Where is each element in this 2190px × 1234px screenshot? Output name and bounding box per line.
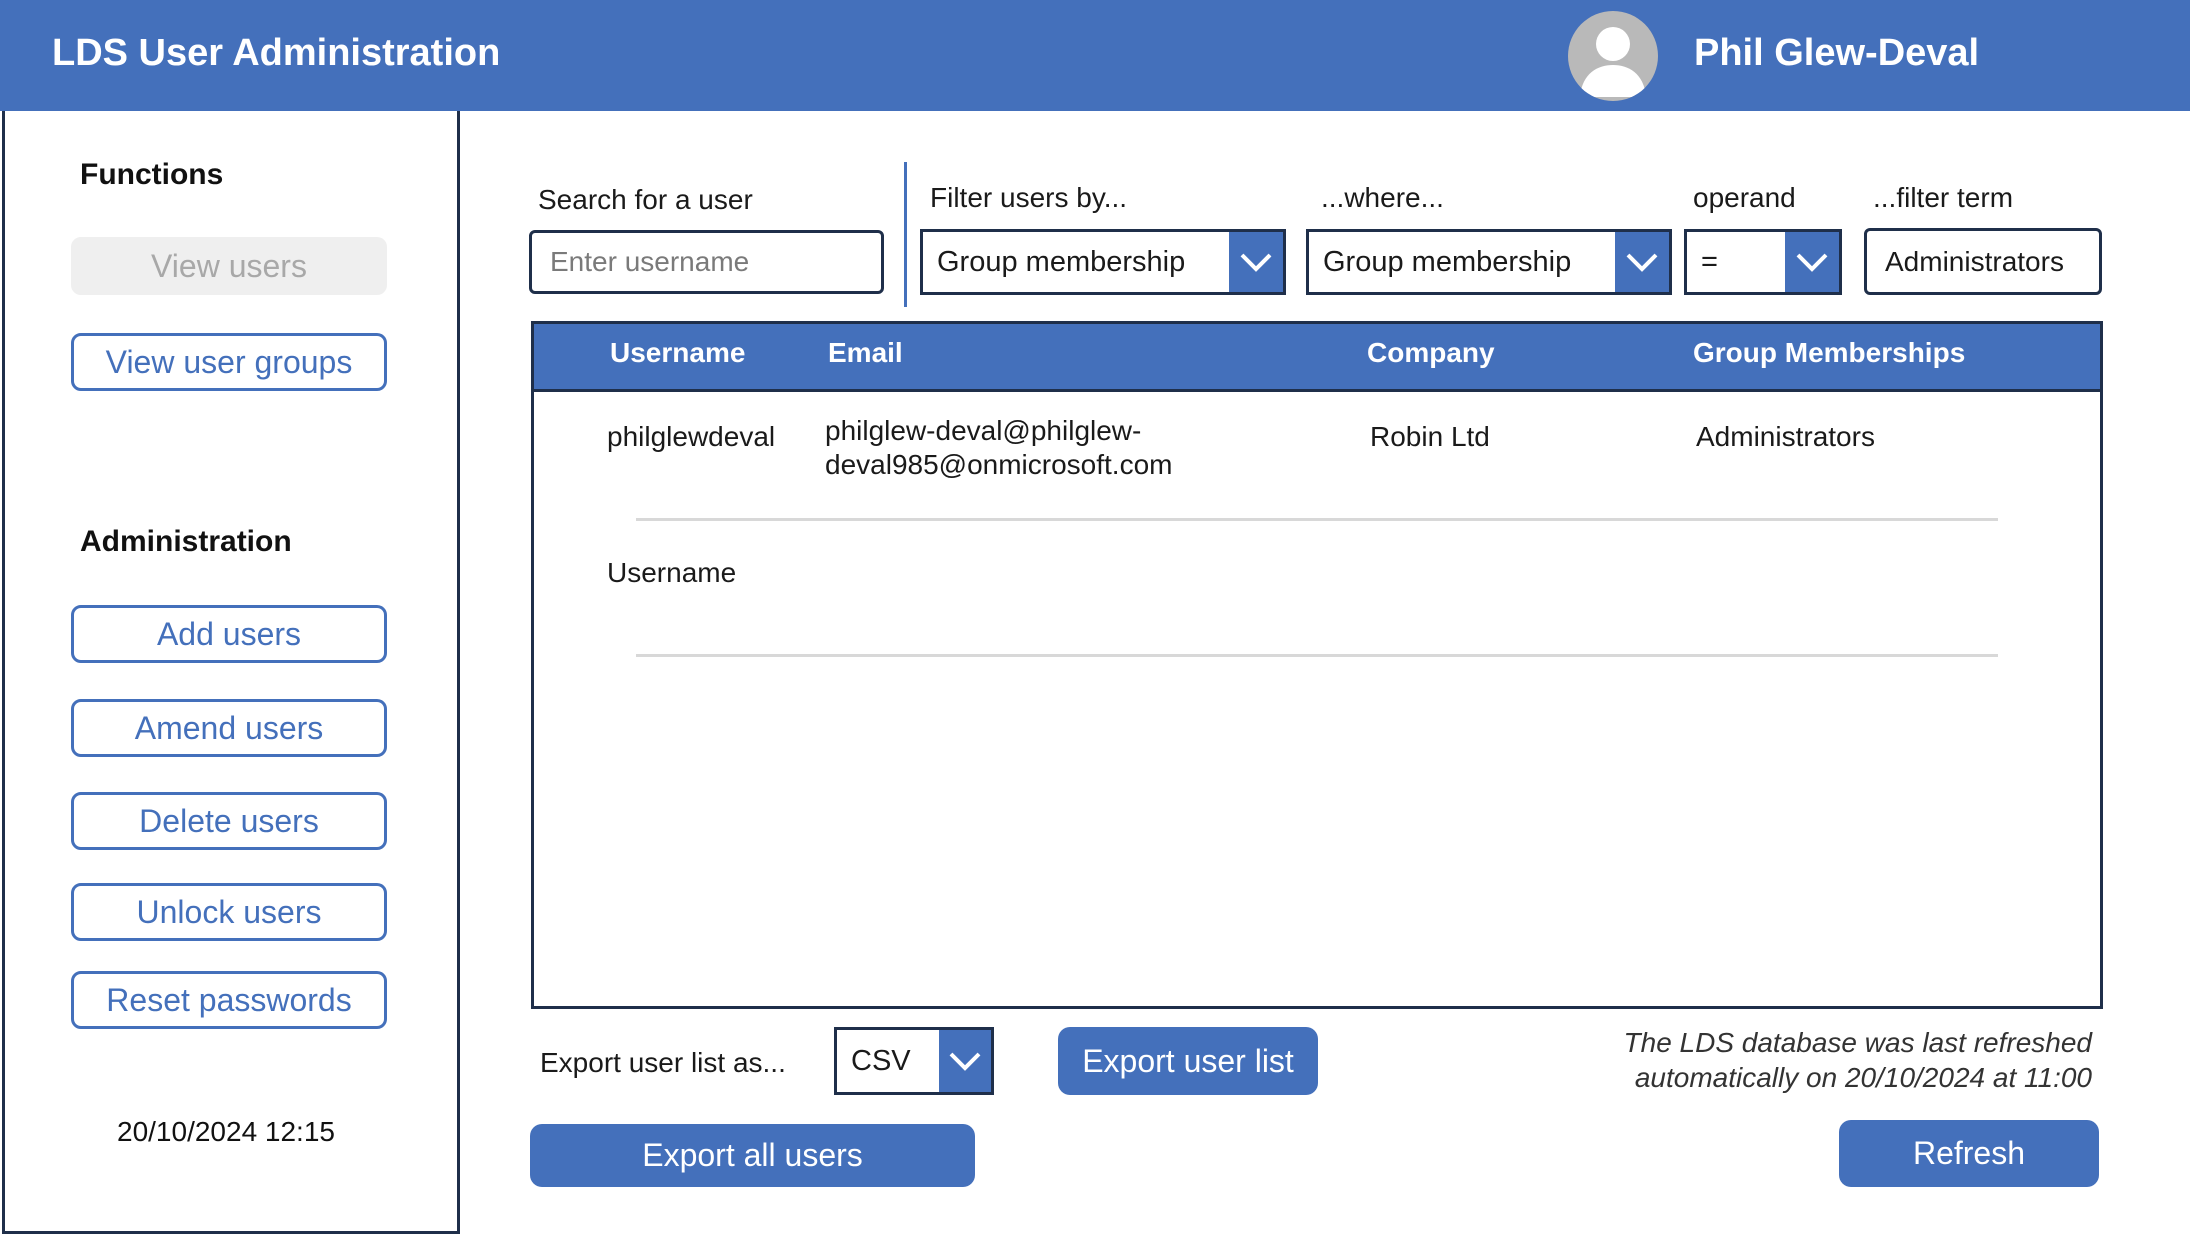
view-user-groups-button[interactable]: View user groups [71,333,387,391]
administration-heading: Administration [80,525,292,558]
table-row[interactable] [534,392,2100,518]
filter-by-label: Filter users by... [930,182,1128,213]
unlock-users-button[interactable]: Unlock users [71,883,387,941]
cell-username: philglewdeval [607,421,776,452]
last-refreshed-line: The LDS database was last refreshed [1623,1027,2092,1058]
filter-term-input[interactable]: Administrators [1864,228,2102,295]
column-header-username[interactable]: Username [610,337,745,369]
last-refreshed-line: automatically on 20/10/2024 at 11:00 [1634,1062,2092,1093]
column-header-email[interactable]: Email [828,337,903,369]
user-avatar-icon[interactable] [1568,11,1658,101]
reset-passwords-button[interactable]: Reset passwords [71,971,387,1029]
chevron-down-icon[interactable] [1785,232,1839,292]
view-users-button[interactable]: View users [71,237,387,295]
cell-email-line: deval985@onmicrosoft.com [825,449,1173,480]
cell-email: philglew-deval@philglew- deval985@onmicr… [825,414,1172,482]
cell-group-memberships: Administrators [1696,421,1875,452]
amend-users-button[interactable]: Amend users [71,699,387,757]
filter-by-dropdown[interactable]: Group membership [920,229,1286,295]
column-header-company[interactable]: Company [1367,337,1495,369]
row-divider [636,654,1998,657]
where-dropdown[interactable]: Group membership [1306,229,1672,295]
export-label: Export user list as... [540,1047,786,1078]
export-all-users-button[interactable]: Export all users [530,1124,975,1187]
current-datetime: 20/10/2024 12:15 [117,1116,335,1147]
search-label: Search for a user [538,184,753,215]
export-format-value: CSV [851,1044,911,1077]
row-divider [636,518,1998,521]
filter-by-value: Group membership [937,245,1186,278]
filter-term-label: ...filter term [1873,182,2014,213]
table-row[interactable] [534,525,2100,653]
operand-value: = [1701,245,1718,278]
functions-heading: Functions [80,158,224,191]
operand-label: operand [1693,182,1796,213]
where-value: Group membership [1323,245,1572,278]
where-label: ...where... [1321,182,1444,213]
chevron-down-icon[interactable] [939,1030,991,1092]
search-input[interactable]: Enter username [529,230,884,294]
chevron-down-icon[interactable] [1229,232,1283,292]
cell-company: Robin Ltd [1370,421,1490,452]
refresh-button[interactable]: Refresh [1839,1120,2099,1187]
operand-dropdown[interactable]: = [1684,229,1842,295]
cell-username: Username [607,557,737,588]
column-header-group-memberships[interactable]: Group Memberships [1693,337,1965,369]
delete-users-button[interactable]: Delete users [71,792,387,850]
export-format-dropdown[interactable]: CSV [834,1027,994,1095]
export-user-list-button[interactable]: Export user list [1058,1027,1318,1095]
chevron-down-icon[interactable] [1615,232,1669,292]
app-title: LDS User Administration [52,32,501,74]
cell-email-line: philglew-deval@philglew- [825,415,1142,446]
divider [904,162,907,307]
add-users-button[interactable]: Add users [71,605,387,663]
last-refreshed-note: The LDS database was last refreshed auto… [1560,1025,2092,1095]
user-name: Phil Glew-Deval [1694,32,1980,74]
